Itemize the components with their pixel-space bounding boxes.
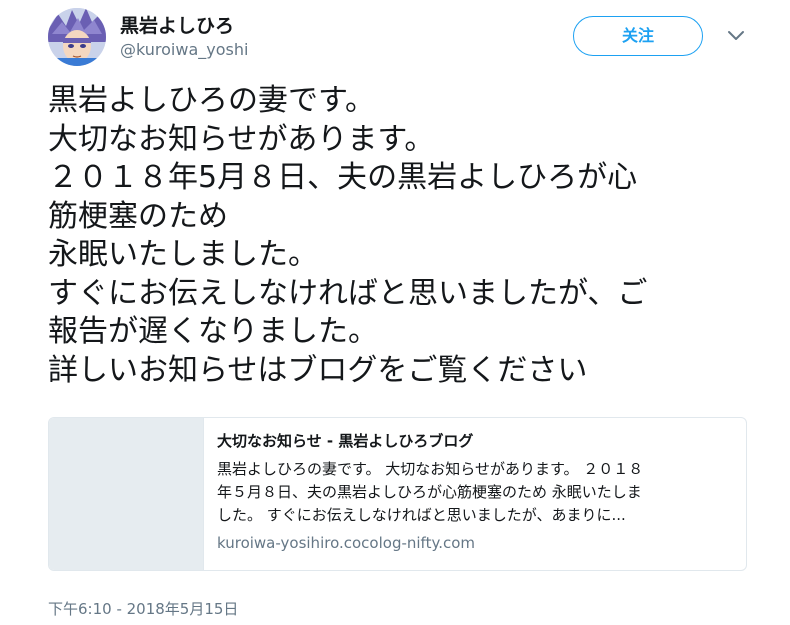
chevron-down-icon[interactable] xyxy=(726,28,746,44)
link-card-description-line: 年５月８日、夫の黒岩よしひろが心筋梗塞のため 永眠いたしま xyxy=(217,483,642,501)
avatar[interactable] xyxy=(48,8,106,66)
follow-button[interactable]: 关注 xyxy=(573,16,703,56)
tweet-text-line: 筋梗塞のため xyxy=(48,198,228,234)
tweet-text: 黒岩よしひろの妻です。 大切なお知らせがあります。 ２０１８年5月８日、夫の黒岩… xyxy=(48,82,768,390)
tweet-text-line: 大切なお知らせがあります。 xyxy=(48,121,435,157)
link-card-title[interactable]: 大切なお知らせ - 黒岩よしひろブログ xyxy=(217,430,732,452)
tweet-text-line: 詳しいお知らせはブログをご覧ください xyxy=(48,352,588,388)
tweet-text-line: 黒岩よしひろの妻です。 xyxy=(48,83,375,118)
link-card-description: 黒岩よしひろの妻です。 大切なお知らせがあります。 ２０１８ 年５月８日、夫の黒… xyxy=(217,458,732,527)
anime-character-avatar-icon xyxy=(48,8,106,66)
tweet-text-line: 永眠いたしました。 xyxy=(48,237,318,272)
user-handle[interactable]: @kuroiwa_yoshi xyxy=(120,40,248,59)
link-card-domain[interactable]: kuroiwa-yosihiro.cocolog-nifty.com xyxy=(217,533,732,553)
link-card-body: 大切なお知らせ - 黒岩よしひろブログ 黒岩よしひろの妻です。 大切なお知らせが… xyxy=(217,430,732,553)
link-card-description-line: 黒岩よしひろの妻です。 大切なお知らせがあります。 ２０１８ xyxy=(217,460,644,478)
tweet-text-line: すぐにお伝えしなければと思いましたが、ご xyxy=(48,275,648,311)
link-card[interactable]: 大切なお知らせ - 黒岩よしひろブログ 黒岩よしひろの妻です。 大切なお知らせが… xyxy=(48,417,747,571)
tweet: 黒岩よしひろ @kuroiwa_yoshi 关注 黒岩よしひろの妻です。 大切な… xyxy=(0,0,790,625)
link-card-description-line: した。 すぐにお伝えしなければと思いましたが、あまりに... xyxy=(217,506,626,524)
link-card-thumbnail[interactable] xyxy=(49,418,204,570)
tweet-timestamp[interactable]: 下午6:10 - 2018年5月15日 xyxy=(48,598,238,619)
tweet-text-line: 報告が遅くなりました。 xyxy=(48,314,378,349)
tweet-text-line: ２０１８年5月８日、夫の黒岩よしひろが心 xyxy=(48,160,638,195)
user-name[interactable]: 黒岩よしひろ xyxy=(120,11,234,38)
